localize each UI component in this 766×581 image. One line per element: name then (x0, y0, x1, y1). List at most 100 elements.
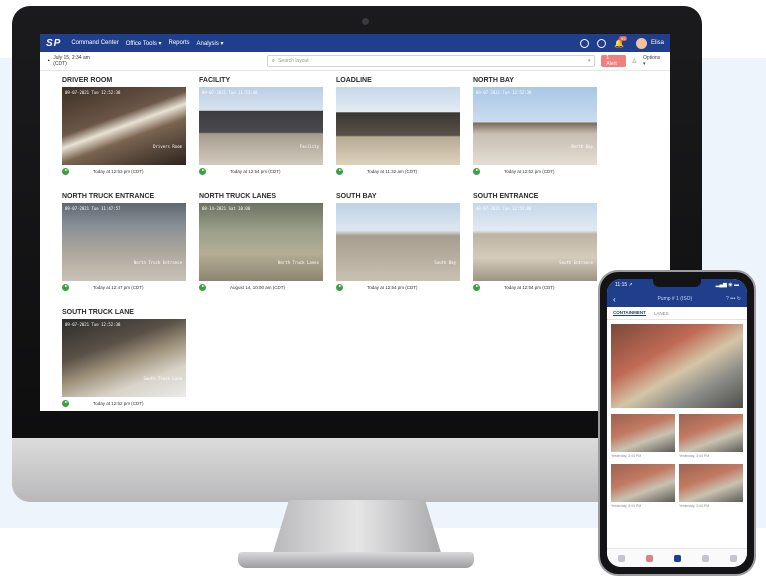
play-icon[interactable] (473, 167, 480, 175)
thumbnail-caption: Yesterday, 3:44 PM (611, 504, 642, 508)
camera-tile-north-truck-entrance[interactable]: NORTH TRUCK ENTRANCE 09-07-2021 Tue 11:4… (62, 193, 186, 293)
phone-signal-icons: ▂▄▆ ◉ ▬ (715, 282, 739, 288)
play-icon[interactable] (336, 283, 343, 291)
feed-timestamp: 08-14-2021 Sat 10:00 (202, 206, 251, 211)
nav-reports[interactable]: Reports (169, 40, 190, 46)
phone-tab-bar (607, 548, 747, 567)
camera-title: FACILITY (199, 77, 231, 84)
play-icon[interactable] (336, 167, 343, 175)
feed-label: Drivers Room (153, 144, 182, 149)
play-icon[interactable] (473, 283, 480, 291)
feed-label: South Bay (434, 260, 456, 265)
chevron-down-icon: ▾ (587, 58, 591, 64)
last-updated: August 14, 10:00 am (CDT) (230, 284, 286, 290)
camera-meta: Today at 12:54 pm (CDT) (199, 165, 323, 177)
camera-feed[interactable]: 09-07-2021 Tue 12:52:38 North Bay (473, 87, 597, 165)
bell-icon[interactable]: 🔔 99 (614, 35, 628, 48)
camera-meta: August 14, 10:00 am (CDT) (199, 281, 323, 293)
camera-feed[interactable]: 09-07-2021 Tue 12:52:38 Drivers Room (62, 87, 186, 165)
thumbnail-image (611, 464, 675, 502)
phone-time: 11:15 ↗ (615, 282, 633, 288)
help-icon[interactable] (597, 38, 607, 48)
person-icon[interactable]: ♙ (632, 58, 637, 65)
feed-label: North Bay (571, 144, 593, 149)
camera-feed[interactable]: 09-07-2021 Tue 11:53:48 Facility (199, 87, 323, 165)
search-layout-input[interactable]: ⌕ Search layout ▾ (266, 55, 596, 67)
phone-thumbnail[interactable]: Yesterday, 3:44 PM (679, 414, 743, 460)
feed-timestamp: 09-07-2021 Tue 12:52:38 (65, 90, 121, 95)
search-icon: ⌕ (271, 57, 276, 64)
phone-title: Pump # 1 (ISO) (657, 296, 693, 302)
camera-icon[interactable] (673, 554, 681, 562)
camera-feed[interactable]: 09-07-2021 Tue 12:54:08 South Entrance (473, 203, 597, 281)
phone-header-actions[interactable]: ? ••• ↻ (726, 296, 741, 302)
settings-icon[interactable] (729, 554, 737, 562)
phone-thumbnail[interactable]: Yesterday, 3:44 PM (679, 464, 743, 510)
nav-office-tools[interactable]: Office Tools ▾ (126, 40, 162, 47)
user-name[interactable]: Elisa (651, 40, 664, 46)
camera-meta: Today at 12:52 pm (CDT) (62, 397, 186, 409)
tab-lanes[interactable]: LANES (654, 311, 669, 316)
tab-containment[interactable]: CONTAINMENT (613, 310, 646, 316)
camera-title: SOUTH TRUCK LANE (62, 309, 134, 316)
wifi-icon: ◔ (46, 57, 51, 65)
last-updated: Today at 12:54 pm (CDT) (504, 284, 555, 290)
nav-analysis[interactable]: Analysis ▾ (197, 40, 224, 47)
alerts-icon[interactable] (645, 554, 653, 562)
feed-timestamp: 09-07-2021 Tue 12:52:38 (65, 322, 121, 327)
people-icon[interactable] (701, 554, 709, 562)
play-icon[interactable] (199, 167, 206, 175)
play-icon[interactable] (62, 399, 69, 407)
imac-stand-neck (272, 500, 442, 556)
phone-thumbnail[interactable]: Yesterday, 3:44 PM (611, 464, 675, 510)
phone-header: ‹ Pump # 1 (ISO) ? ••• ↻ (607, 291, 747, 307)
camera-tile-south-bay[interactable]: SOUTH BAY South Bay Today at 12:54 pm (C… (336, 193, 460, 293)
last-updated: Today at 12:53 pm (CDT) (93, 168, 144, 174)
back-arrow-icon[interactable]: ‹ (613, 295, 616, 304)
feed-label: North Truck Lanes (278, 260, 319, 265)
phone-notch (653, 279, 701, 287)
play-icon[interactable] (199, 283, 206, 291)
camera-tile-north-truck-lanes[interactable]: NORTH TRUCK LANES 08-14-2021 Sat 10:00 N… (199, 193, 323, 293)
home-icon[interactable] (617, 554, 625, 562)
notification-badge: 99 (619, 35, 628, 41)
camera-tile-loadline[interactable]: LOADLINE Today at 11:32 am (CDT) (336, 77, 460, 177)
camera-tile-facility[interactable]: FACILITY 09-07-2021 Tue 11:53:48 Facilit… (199, 77, 323, 177)
phone-thumbnail-grid: Yesterday, 3:44 PM Yesterday, 3:44 PM Ye… (609, 414, 745, 514)
camera-title: SOUTH ENTRANCE (473, 193, 539, 200)
camera-feed[interactable]: 09-07-2021 Tue 12:52:38 South Truck Lane (62, 319, 186, 397)
last-updated: Today at 12:54 pm (CDT) (367, 284, 418, 290)
imac-stand-base (238, 552, 474, 568)
search-icon[interactable] (580, 38, 590, 48)
phone-main-feed[interactable] (611, 324, 743, 408)
avatar[interactable] (635, 37, 647, 49)
camera-title: NORTH TRUCK LANES (199, 193, 276, 200)
last-updated: Today at 12:52 pm (CDT) (504, 168, 555, 174)
camera-feed[interactable]: 08-14-2021 Sat 10:00 North Truck Lanes (199, 203, 323, 281)
last-updated: Today at 12:47 pm (CDT) (93, 284, 144, 290)
alert-button[interactable]: 1 Alert (601, 55, 626, 67)
nav-command-center[interactable]: Command Center (71, 40, 118, 46)
camera-feed[interactable]: 09-07-2021 Tue 11:47:57 North Truck Entr… (62, 203, 186, 281)
thumbnail-caption: Yesterday, 3:44 PM (611, 454, 642, 458)
feed-timestamp: 09-07-2021 Tue 12:52:38 (476, 90, 532, 95)
brand-logo[interactable]: SP (46, 38, 61, 49)
camera-tile-north-bay[interactable]: NORTH BAY 09-07-2021 Tue 12:52:38 North … (473, 77, 597, 177)
camera-tile-south-truck-lane[interactable]: SOUTH TRUCK LANE 09-07-2021 Tue 12:52:38… (62, 309, 186, 409)
options-button[interactable]: Options ▾ (643, 55, 664, 67)
search-placeholder: Search layout (278, 58, 309, 64)
current-timestamp: July 15, 2:34 am (CDT) (53, 55, 90, 67)
camera-feed[interactable]: South Bay (336, 203, 460, 281)
camera-feed[interactable] (336, 87, 460, 165)
camera-title: DRIVER ROOM (62, 77, 113, 84)
desktop-screen: SP Command Center Office Tools ▾ Reports… (40, 34, 670, 411)
camera-tile-driver-room[interactable]: DRIVER ROOM 09-07-2021 Tue 12:52:38 Driv… (62, 77, 186, 177)
camera-title: NORTH TRUCK ENTRANCE (62, 193, 155, 200)
camera-title: SOUTH BAY (336, 193, 377, 200)
play-icon[interactable] (62, 283, 69, 291)
thumbnail-image (679, 414, 743, 452)
camera-meta: Today at 12:52 pm (CDT) (473, 165, 597, 177)
phone-thumbnail[interactable]: Yesterday, 3:44 PM (611, 414, 675, 460)
camera-tile-south-entrance[interactable]: SOUTH ENTRANCE 09-07-2021 Tue 12:54:08 S… (473, 193, 597, 293)
play-icon[interactable] (62, 167, 69, 175)
